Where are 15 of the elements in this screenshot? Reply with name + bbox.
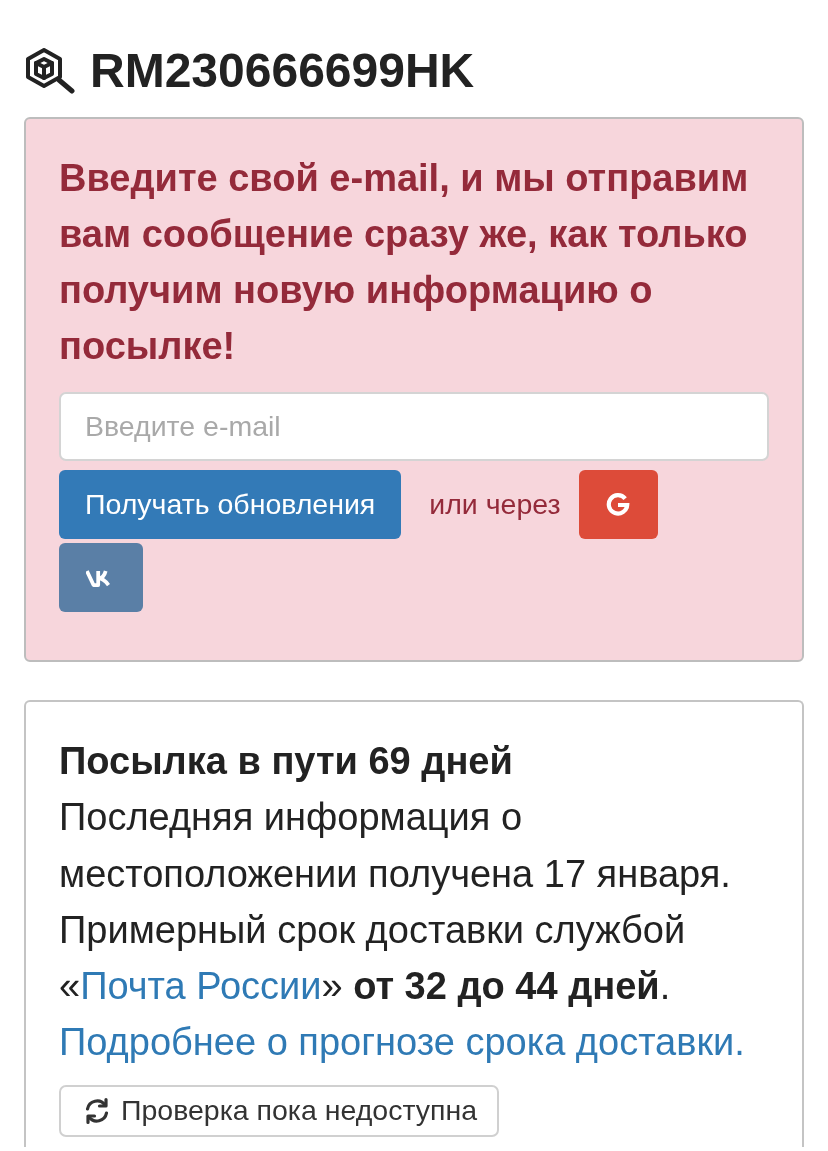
tracking-number-title: RM230666699HK bbox=[90, 43, 475, 99]
check-button[interactable]: Проверка пока недоступна bbox=[59, 1084, 500, 1137]
carrier-link[interactable]: Почта России bbox=[80, 965, 322, 1008]
delivery-info-text: Последняя информация о местоположении получена 17 января. Примерный срок доставки службой «Почта России» от 32 до 44 дней. bbox=[59, 795, 732, 1010]
email-field[interactable]: Введите e-mail bbox=[59, 392, 769, 461]
subscribe-message: Введите свой e-mail, и мы отправим вам сообщение сразу же, как только получим новую информацию о посылке! bbox=[59, 156, 750, 369]
alternative-label: или через bbox=[429, 488, 561, 521]
google-login-button[interactable] bbox=[578, 470, 658, 539]
status-title: Посылка в пути 69 дней bbox=[59, 739, 514, 784]
forecast-details-link[interactable]: Подробнее о прогнозе срока доставки. bbox=[59, 1014, 745, 1071]
refresh-icon bbox=[83, 1096, 111, 1125]
box-search-icon bbox=[24, 48, 76, 94]
vk-login-button[interactable] bbox=[59, 543, 143, 612]
subscribe-button[interactable]: Получать обновления bbox=[59, 470, 402, 539]
g-logo-icon bbox=[605, 491, 632, 518]
